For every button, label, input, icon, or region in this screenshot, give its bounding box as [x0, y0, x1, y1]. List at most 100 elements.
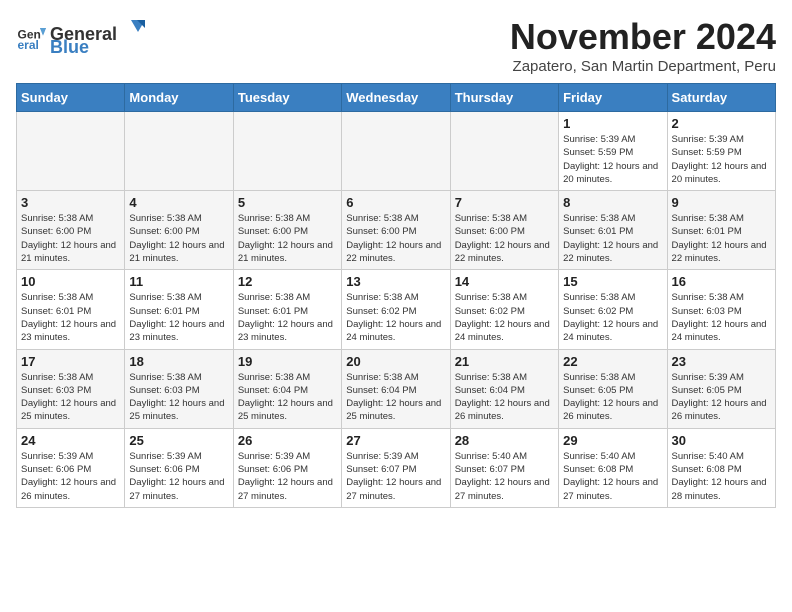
day-number: 5 [238, 195, 337, 210]
calendar-cell [342, 112, 450, 191]
calendar-cell: 16Sunrise: 5:38 AM Sunset: 6:03 PM Dayli… [667, 270, 775, 349]
day-number: 28 [455, 433, 554, 448]
logo-bird-icon [117, 16, 145, 40]
calendar-cell: 17 Sunrise: 5:38 AM Sunset: 6:03 PM Dayli… [17, 349, 125, 428]
day-info: Sunrise: 5:38 AM Sunset: 6:04 PM Dayligh… [346, 371, 445, 424]
calendar-week-row: 17 Sunrise: 5:38 AM Sunset: 6:03 PM Dayli… [17, 349, 776, 428]
day-info: Sunrise: 5:38 AM Sunset: 6:01 PM Dayligh… [129, 291, 228, 344]
day-info: Sunrise: 5:38 AM Sunset: 6:01 PM Dayligh… [238, 291, 337, 344]
calendar-cell: 14Sunrise: 5:38 AM Sunset: 6:02 PM Dayli… [450, 270, 558, 349]
calendar-cell: 9Sunrise: 5:38 AM Sunset: 6:01 PM Daylig… [667, 191, 775, 270]
day-info: Sunrise: 5:38 AM Sunset: 6:02 PM Dayligh… [346, 291, 445, 344]
day-number: 6 [346, 195, 445, 210]
day-of-week-header: Saturday [667, 84, 775, 112]
month-title: November 2024 [510, 16, 776, 58]
calendar-cell: 28 Sunrise: 5:40 AM Sunset: 6:07 PM Dayli… [450, 428, 558, 507]
day-number: 17 [21, 354, 120, 369]
day-info: Sunrise: 5:38 AM Sunset: 6:04 PM Dayligh… [455, 371, 554, 424]
calendar-cell: 7Sunrise: 5:38 AM Sunset: 6:00 PM Daylig… [450, 191, 558, 270]
day-number: 4 [129, 195, 228, 210]
day-number: 29 [563, 433, 662, 448]
day-number: 19 [238, 354, 337, 369]
day-of-week-header: Wednesday [342, 84, 450, 112]
day-info: Sunrise: 5:38 AM Sunset: 6:03 PM Dayligh… [129, 371, 228, 424]
calendar-cell: 4 Sunrise: 5:38 AM Sunset: 6:00 PM Daylig… [125, 191, 233, 270]
day-info: Sunrise: 5:38 AM Sunset: 6:00 PM Dayligh… [129, 212, 228, 265]
calendar-cell [233, 112, 341, 191]
day-number: 15 [563, 274, 662, 289]
day-number: 22 [563, 354, 662, 369]
calendar-cell: 18 Sunrise: 5:38 AM Sunset: 6:03 PM Dayli… [125, 349, 233, 428]
day-info: Sunrise: 5:38 AM Sunset: 6:03 PM Dayligh… [21, 371, 120, 424]
calendar-cell: 26 Sunrise: 5:39 AM Sunset: 6:06 PM Dayli… [233, 428, 341, 507]
day-of-week-header: Tuesday [233, 84, 341, 112]
calendar-cell: 20Sunrise: 5:38 AM Sunset: 6:04 PM Dayli… [342, 349, 450, 428]
day-number: 1 [563, 116, 662, 131]
day-info: Sunrise: 5:38 AM Sunset: 6:01 PM Dayligh… [672, 212, 771, 265]
day-number: 2 [672, 116, 771, 131]
calendar-table: SundayMondayTuesdayWednesdayThursdayFrid… [16, 83, 776, 508]
logo-icon: Gen eral [16, 22, 46, 52]
calendar-cell: 21Sunrise: 5:38 AM Sunset: 6:04 PM Dayli… [450, 349, 558, 428]
day-number: 14 [455, 274, 554, 289]
day-of-week-header: Monday [125, 84, 233, 112]
calendar-cell: 2 Sunrise: 5:39 AM Sunset: 5:59 PM Daylig… [667, 112, 775, 191]
day-info: Sunrise: 5:38 AM Sunset: 6:02 PM Dayligh… [563, 291, 662, 344]
day-number: 8 [563, 195, 662, 210]
day-of-week-header: Thursday [450, 84, 558, 112]
day-info: Sunrise: 5:38 AM Sunset: 6:01 PM Dayligh… [21, 291, 120, 344]
calendar-cell: 11 Sunrise: 5:38 AM Sunset: 6:01 PM Dayli… [125, 270, 233, 349]
svg-text:eral: eral [18, 38, 39, 52]
day-number: 30 [672, 433, 771, 448]
calendar-cell: 23Sunrise: 5:39 AM Sunset: 6:05 PM Dayli… [667, 349, 775, 428]
day-of-week-header: Friday [559, 84, 667, 112]
calendar-cell: 24Sunrise: 5:39 AM Sunset: 6:06 PM Dayli… [17, 428, 125, 507]
day-info: Sunrise: 5:38 AM Sunset: 6:01 PM Dayligh… [563, 212, 662, 265]
day-number: 13 [346, 274, 445, 289]
day-info: Sunrise: 5:38 AM Sunset: 6:00 PM Dayligh… [238, 212, 337, 265]
calendar-cell: 27 Sunrise: 5:39 AM Sunset: 6:07 PM Dayli… [342, 428, 450, 507]
day-number: 26 [238, 433, 337, 448]
calendar-cell: 3 Sunrise: 5:38 AM Sunset: 6:00 PM Daylig… [17, 191, 125, 270]
day-info: Sunrise: 5:38 AM Sunset: 6:00 PM Dayligh… [346, 212, 445, 265]
day-info: Sunrise: 5:39 AM Sunset: 5:59 PM Dayligh… [563, 133, 662, 186]
calendar-cell: 12 Sunrise: 5:38 AM Sunset: 6:01 PM Dayli… [233, 270, 341, 349]
day-number: 27 [346, 433, 445, 448]
calendar-header-row: SundayMondayTuesdayWednesdayThursdayFrid… [17, 84, 776, 112]
calendar-cell: 15 Sunrise: 5:38 AM Sunset: 6:02 PM Dayli… [559, 270, 667, 349]
calendar-cell: 22Sunrise: 5:38 AM Sunset: 6:05 PM Dayli… [559, 349, 667, 428]
day-number: 11 [129, 274, 228, 289]
day-number: 12 [238, 274, 337, 289]
calendar-cell: 6 Sunrise: 5:38 AM Sunset: 6:00 PM Daylig… [342, 191, 450, 270]
day-info: Sunrise: 5:40 AM Sunset: 6:07 PM Dayligh… [455, 450, 554, 503]
calendar-week-row: 10 Sunrise: 5:38 AM Sunset: 6:01 PM Dayli… [17, 270, 776, 349]
location-subtitle: Zapatero, San Martin Department, Peru [510, 58, 776, 75]
day-info: Sunrise: 5:40 AM Sunset: 6:08 PM Dayligh… [672, 450, 771, 503]
calendar-cell: 1 Sunrise: 5:39 AM Sunset: 5:59 PM Daylig… [559, 112, 667, 191]
calendar-cell: 25 Sunrise: 5:39 AM Sunset: 6:06 PM Dayli… [125, 428, 233, 507]
calendar-week-row: 1 Sunrise: 5:39 AM Sunset: 5:59 PM Daylig… [17, 112, 776, 191]
day-info: Sunrise: 5:40 AM Sunset: 6:08 PM Dayligh… [563, 450, 662, 503]
day-info: Sunrise: 5:39 AM Sunset: 6:06 PM Dayligh… [238, 450, 337, 503]
day-number: 25 [129, 433, 228, 448]
calendar-cell: 30 Sunrise: 5:40 AM Sunset: 6:08 PM Dayli… [667, 428, 775, 507]
day-info: Sunrise: 5:39 AM Sunset: 6:07 PM Dayligh… [346, 450, 445, 503]
day-info: Sunrise: 5:39 AM Sunset: 6:05 PM Dayligh… [672, 371, 771, 424]
page-header: Gen eral General Blue November 2024 Zapa… [16, 16, 776, 75]
day-number: 3 [21, 195, 120, 210]
calendar-cell [125, 112, 233, 191]
calendar-cell: 10 Sunrise: 5:38 AM Sunset: 6:01 PM Dayli… [17, 270, 125, 349]
calendar-cell: 13 Sunrise: 5:38 AM Sunset: 6:02 PM Dayli… [342, 270, 450, 349]
day-number: 18 [129, 354, 228, 369]
day-info: Sunrise: 5:39 AM Sunset: 6:06 PM Dayligh… [129, 450, 228, 503]
day-info: Sunrise: 5:39 AM Sunset: 6:06 PM Dayligh… [21, 450, 120, 503]
day-number: 10 [21, 274, 120, 289]
calendar-cell [450, 112, 558, 191]
day-info: Sunrise: 5:39 AM Sunset: 5:59 PM Dayligh… [672, 133, 771, 186]
calendar-week-row: 3 Sunrise: 5:38 AM Sunset: 6:00 PM Daylig… [17, 191, 776, 270]
calendar-cell [17, 112, 125, 191]
day-info: Sunrise: 5:38 AM Sunset: 6:04 PM Dayligh… [238, 371, 337, 424]
calendar-cell: 29 Sunrise: 5:40 AM Sunset: 6:08 PM Dayli… [559, 428, 667, 507]
calendar-cell: 5 Sunrise: 5:38 AM Sunset: 6:00 PM Daylig… [233, 191, 341, 270]
day-info: Sunrise: 5:38 AM Sunset: 6:00 PM Dayligh… [21, 212, 120, 265]
